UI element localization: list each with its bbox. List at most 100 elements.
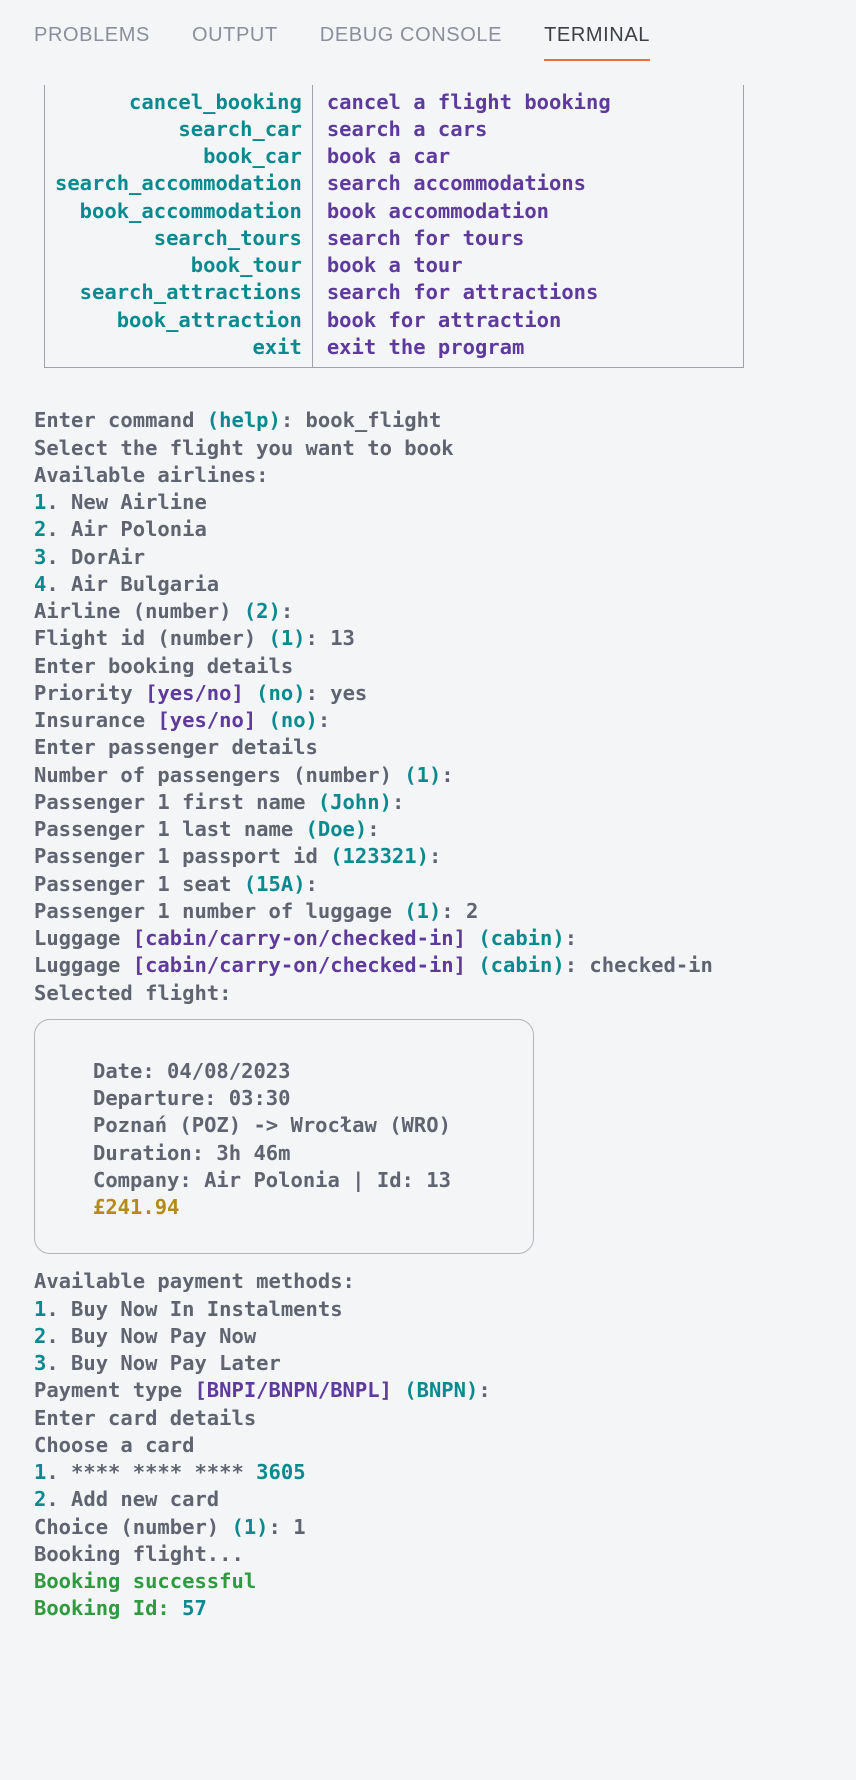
default-1c: (1)	[231, 1515, 268, 1539]
default-2: (2)	[244, 599, 281, 623]
tab-debug-console[interactable]: DEBUG CONSOLE	[320, 22, 502, 61]
command-desc: search for attractions	[327, 279, 733, 306]
airline-2-num: 2	[34, 517, 46, 541]
airline-1: . New Airline	[46, 490, 206, 514]
tab-output[interactable]: OUTPUT	[192, 22, 278, 61]
default-1: (1)	[269, 626, 306, 650]
card-1-mask: . **** **** ****	[46, 1460, 256, 1484]
command-name: search_attractions	[55, 279, 302, 306]
tab-problems[interactable]: PROBLEMS	[34, 22, 150, 61]
default-no-2: (no)	[256, 708, 318, 732]
command-help-table: cancel_bookingsearch_carbook_carsearch_a…	[44, 85, 744, 369]
airline-4-num: 4	[34, 572, 46, 596]
command-name: search_tours	[55, 225, 302, 252]
prompt-num-passengers: Number of passengers (number)	[34, 763, 404, 787]
prompt-p1-seat: Passenger 1 seat	[34, 872, 244, 896]
prompt-enter-command: Enter command	[34, 408, 207, 432]
command-name: search_car	[55, 116, 302, 143]
prompt-p1-luggage: Passenger 1 number of luggage	[34, 899, 404, 923]
card-1-num: 1	[34, 1460, 46, 1484]
text-booking-successful: Booking successful	[34, 1569, 256, 1593]
command-name: book_car	[55, 143, 302, 170]
prompt-luggage-2: Luggage	[34, 953, 133, 977]
airline-3-num: 3	[34, 545, 46, 569]
text-available-airlines: Available airlines:	[34, 463, 269, 487]
text-booking-flight: Booking flight...	[34, 1542, 244, 1566]
command-desc: search a cars	[327, 116, 733, 143]
terminal-output[interactable]: Enter command (help): book_flight Select…	[0, 368, 856, 1623]
payment-1: . Buy Now In Instalments	[46, 1297, 342, 1321]
payment-3-num: 3	[34, 1351, 46, 1375]
command-desc: book accommodation	[327, 198, 733, 225]
selected-flight-card: Date: 04/08/2023 Departure: 03:30 Poznań…	[34, 1019, 534, 1255]
prompt-airline: Airline (number)	[34, 599, 244, 623]
prompt-payment-type: Payment type	[34, 1378, 194, 1402]
airline-3: . DorAir	[46, 545, 145, 569]
command-desc: book for attraction	[327, 307, 733, 334]
command-name: exit	[55, 334, 302, 361]
flight-departure: Departure: 03:30	[93, 1086, 290, 1110]
card-1-last4: 3605	[256, 1460, 305, 1484]
flight-id-value: 13	[318, 626, 355, 650]
luggage-count-value: 2	[454, 899, 479, 923]
default-cabin-2: (cabin)	[466, 953, 565, 977]
text-available-payment: Available payment methods:	[34, 1269, 355, 1293]
flight-price: £241.94	[93, 1195, 179, 1219]
airline-4: . Air Bulgaria	[46, 572, 219, 596]
command-desc: search for tours	[327, 225, 733, 252]
default-john: (John)	[318, 790, 392, 814]
prompt-flight-id: Flight id (number)	[34, 626, 269, 650]
text-enter-passenger: Enter passenger details	[34, 735, 318, 759]
airline-2: . Air Polonia	[46, 517, 206, 541]
text-select-flight: Select the flight you want to book	[34, 436, 454, 460]
prompt-insurance: Insurance	[34, 708, 157, 732]
panel-tabs: PROBLEMS OUTPUT DEBUG CONSOLE TERMINAL	[0, 0, 856, 61]
default-help: (help)	[207, 408, 281, 432]
command-name: book_tour	[55, 252, 302, 279]
command-name: book_accommodation	[55, 198, 302, 225]
command-desc: cancel a flight booking	[327, 89, 733, 116]
opts-payment: [BNPI/BNPN/BNPL]	[194, 1378, 391, 1402]
opts-yesno-2: [yes/no]	[157, 708, 256, 732]
command-name: search_accommodation	[55, 170, 302, 197]
payment-3: . Buy Now Pay Later	[46, 1351, 281, 1375]
prompt-p1-last: Passenger 1 last name	[34, 817, 306, 841]
text-selected-flight: Selected flight:	[34, 981, 231, 1005]
payment-2: . Buy Now Pay Now	[46, 1324, 256, 1348]
prompt-choice: Choice (number)	[34, 1515, 231, 1539]
input-command: book_flight	[306, 408, 442, 432]
default-passport: (123321)	[330, 844, 429, 868]
opts-luggage-1: [cabin/carry-on/checked-in]	[133, 926, 466, 950]
airline-1-num: 1	[34, 490, 46, 514]
command-desc: exit the program	[327, 334, 733, 361]
default-luggage: (1)	[404, 899, 441, 923]
flight-date: Date: 04/08/2023	[93, 1059, 290, 1083]
prompt-priority: Priority	[34, 681, 145, 705]
text-choose-card: Choose a card	[34, 1433, 194, 1457]
command-name: cancel_booking	[55, 89, 302, 116]
text-enter-card: Enter card details	[34, 1406, 256, 1430]
command-desc: book a car	[327, 143, 733, 170]
default-cabin-1: (cabin)	[466, 926, 565, 950]
prompt-p1-first: Passenger 1 first name	[34, 790, 318, 814]
default-doe: (Doe)	[306, 817, 368, 841]
luggage-2-value: checked-in	[577, 953, 713, 977]
flight-duration: Duration: 3h 46m	[93, 1141, 290, 1165]
default-no: (no)	[244, 681, 306, 705]
card-2-num: 2	[34, 1487, 46, 1511]
choice-value: 1	[281, 1515, 306, 1539]
flight-route: Poznań (POZ) -> Wrocław (WRO)	[93, 1113, 451, 1137]
default-bnpn: (BNPN)	[392, 1378, 478, 1402]
payment-1-num: 1	[34, 1297, 46, 1321]
prompt-luggage-1: Luggage	[34, 926, 133, 950]
priority-value: yes	[318, 681, 367, 705]
prompt-p1-passport: Passenger 1 passport id	[34, 844, 330, 868]
default-1b: (1)	[404, 763, 441, 787]
text-booking-id-label: Booking Id:	[34, 1596, 182, 1620]
opts-yesno: [yes/no]	[145, 681, 244, 705]
command-desc: search accommodations	[327, 170, 733, 197]
tab-terminal[interactable]: TERMINAL	[544, 22, 650, 61]
default-seat: (15A)	[244, 872, 306, 896]
command-desc: book a tour	[327, 252, 733, 279]
text-booking-id-value: 57	[182, 1596, 207, 1620]
